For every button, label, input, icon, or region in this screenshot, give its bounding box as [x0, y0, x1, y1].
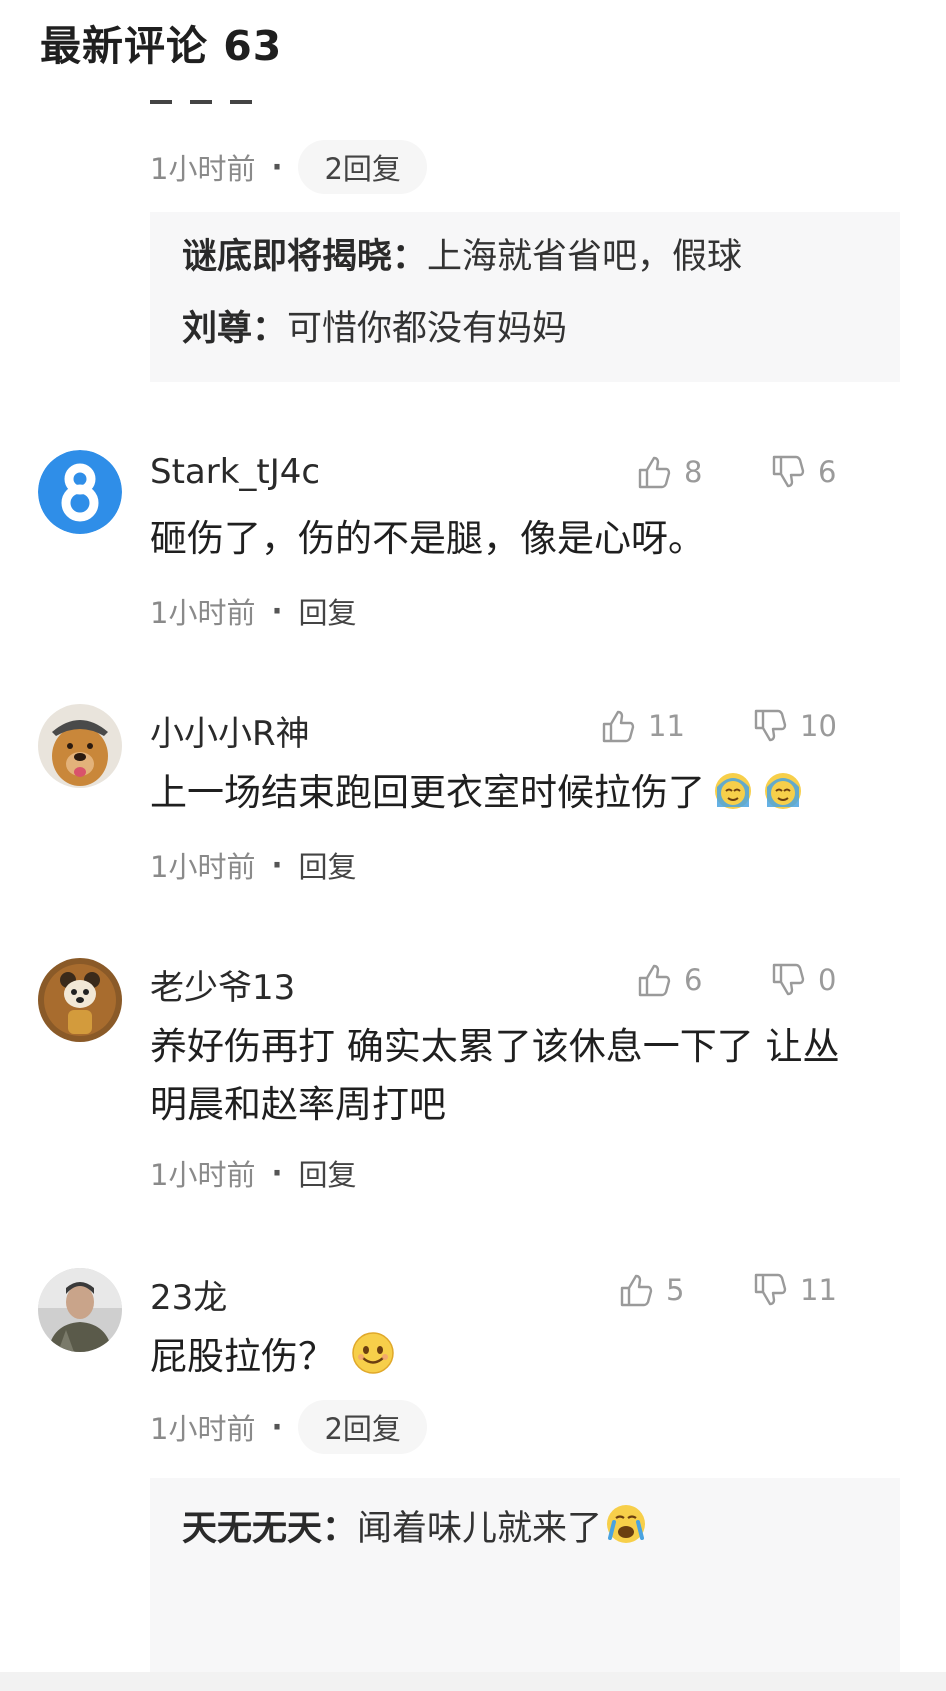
- like-count: 6: [684, 963, 703, 997]
- thumbs-up-icon: [638, 456, 671, 489]
- reply-button[interactable]: 回复: [298, 844, 356, 886]
- reply-preview-item: 天无无天：闻着味儿就来了: [182, 1502, 868, 1552]
- thumbs-down-icon: [772, 455, 805, 488]
- meta-dot: ·: [271, 150, 283, 184]
- person-avatar-icon: [38, 1268, 122, 1352]
- reply-preview-item: 刘尊：可惜你都没有妈妈: [182, 309, 568, 349]
- dislike-count: 11: [800, 1273, 837, 1307]
- comment-time: 1小时前: [150, 1412, 256, 1446]
- avatar[interactable]: [38, 958, 122, 1042]
- smile-emoji-icon: [351, 1331, 395, 1375]
- reply-preview-item: 谜底即将揭晓：上海就省省吧，假球: [182, 237, 743, 277]
- like-button[interactable]: 8: [636, 454, 702, 490]
- reply-button[interactable]: 回复: [298, 590, 356, 632]
- reply-author[interactable]: 天无无天: [182, 1509, 322, 1549]
- reply-author[interactable]: 谜底即将揭晓: [182, 237, 392, 277]
- bear-avatar-icon: [38, 958, 122, 1042]
- comment-time: 1小时前: [150, 850, 256, 884]
- bottom-bar: [0, 1672, 946, 1691]
- comment-time: 1小时前: [150, 596, 256, 630]
- comment-text: 屁股拉伤？: [150, 1328, 910, 1386]
- reply-preview-box[interactable]: 天无无天：闻着味儿就来了: [150, 1478, 900, 1672]
- reply-count-button[interactable]: 2回复: [298, 1400, 427, 1454]
- meta-dot: ·: [271, 594, 283, 628]
- meta-dot: ·: [271, 1156, 283, 1190]
- avatar[interactable]: [38, 450, 122, 534]
- meta-dot: ·: [271, 1410, 283, 1444]
- comment-text: 砸伤了，伤的不是腿，像是心呀。: [150, 517, 705, 560]
- dislike-button[interactable]: 6: [770, 454, 836, 490]
- like-button[interactable]: 6: [636, 962, 702, 998]
- meta-dot: ·: [271, 848, 283, 882]
- comment-username[interactable]: 小小小R神: [150, 706, 310, 755]
- dislike-count: 0: [818, 963, 837, 997]
- comments-header-title: 最新评论 63: [40, 22, 283, 70]
- comment-username[interactable]: Stark_tJ4c: [150, 452, 320, 492]
- comment-meta: 1小时前 · 回复: [150, 590, 357, 632]
- reply-preview-box[interactable]: 谜底即将揭晓：上海就省省吧，假球 刘尊：可惜你都没有妈妈: [150, 212, 900, 382]
- avatar[interactable]: [38, 1268, 122, 1352]
- comment-meta: 1小时前 · 回复: [150, 1152, 357, 1194]
- reply-text: 可惜你都没有妈妈: [287, 309, 568, 349]
- dislike-button[interactable]: 0: [770, 962, 836, 998]
- like-count: 8: [684, 455, 703, 489]
- comment-text: 养好伤再打 确实太累了该休息一下了 让丛明晨和赵率周打吧: [150, 1025, 840, 1126]
- comment-meta: 1小时前 · 回复: [150, 844, 357, 886]
- comment-meta: 1小时前 · 2回复: [150, 1400, 427, 1454]
- dislike-count: 10: [800, 709, 837, 743]
- thumbs-down-icon: [772, 963, 805, 996]
- like-count: 5: [666, 1273, 685, 1307]
- comment-time: 1小时前: [150, 152, 256, 186]
- like-count: 11: [648, 709, 685, 743]
- number-8-icon: [38, 450, 122, 534]
- comment-text: 上一场结束跑回更衣室时候拉伤了: [150, 764, 910, 822]
- like-button[interactable]: 11: [600, 708, 685, 744]
- thumbs-up-icon: [638, 964, 671, 997]
- thumbs-up-icon: [620, 1274, 653, 1307]
- truncated-comment-text: [150, 86, 310, 112]
- comment-meta: 1小时前 · 2回复: [150, 140, 427, 194]
- like-button[interactable]: 5: [618, 1272, 684, 1308]
- comment-username[interactable]: 23龙: [150, 1270, 227, 1319]
- crying-emoji-icon: [711, 767, 755, 811]
- dislike-count: 6: [818, 455, 837, 489]
- thumbs-down-icon: [754, 709, 787, 742]
- reply-button[interactable]: 回复: [298, 1152, 356, 1194]
- comment-username[interactable]: 老少爷13: [150, 960, 295, 1009]
- crying-emoji-icon: [761, 767, 805, 811]
- avatar[interactable]: [38, 704, 122, 788]
- reply-text: 闻着味儿就来了: [357, 1509, 603, 1549]
- dislike-button[interactable]: 10: [752, 708, 837, 744]
- reply-count-button[interactable]: 2回复: [298, 140, 427, 194]
- thumbs-down-icon: [754, 1273, 787, 1306]
- reply-author[interactable]: 刘尊: [182, 309, 252, 349]
- dislike-button[interactable]: 11: [752, 1272, 837, 1308]
- comment-time: 1小时前: [150, 1158, 256, 1192]
- reply-text: 上海就省省吧，假球: [427, 237, 743, 277]
- thumbs-up-icon: [602, 710, 635, 743]
- crying-emoji-icon: [604, 1502, 648, 1546]
- dog-avatar-icon: [38, 704, 122, 788]
